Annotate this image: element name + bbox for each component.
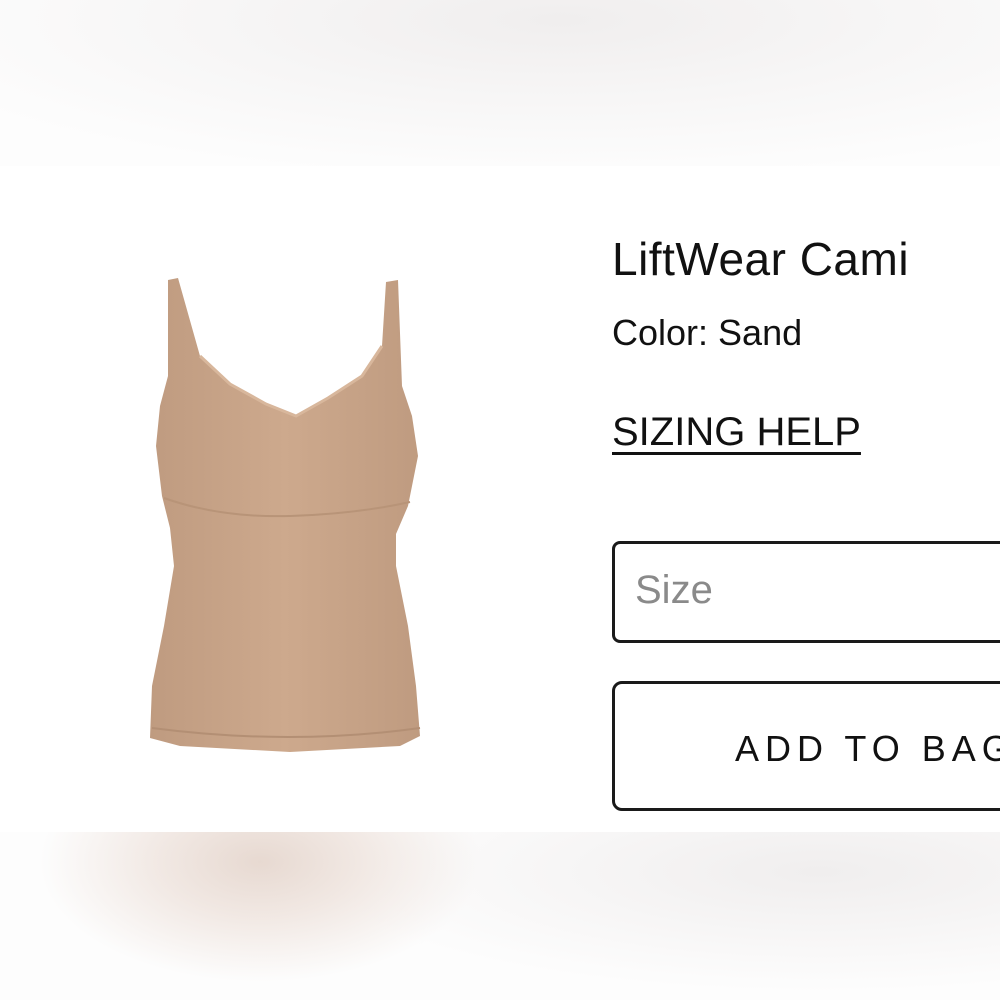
blurred-background-bottom [0,832,1000,1000]
size-placeholder: Size [635,568,713,612]
camisole-product-image [130,266,450,786]
blurred-background-top [0,0,1000,166]
sizing-help-link[interactable]: SIZING HELP [612,410,861,455]
product-title: LiftWear Cami [612,233,910,285]
add-to-bag-button[interactable]: ADD TO BAG [612,681,1000,811]
add-to-bag-label: ADD TO BAG [735,728,1000,769]
size-select[interactable]: Size [612,541,1000,643]
product-card: LiftWear Cami Color: Sand SIZING HELP Si… [0,166,1000,832]
product-color: Color: Sand [612,312,803,353]
